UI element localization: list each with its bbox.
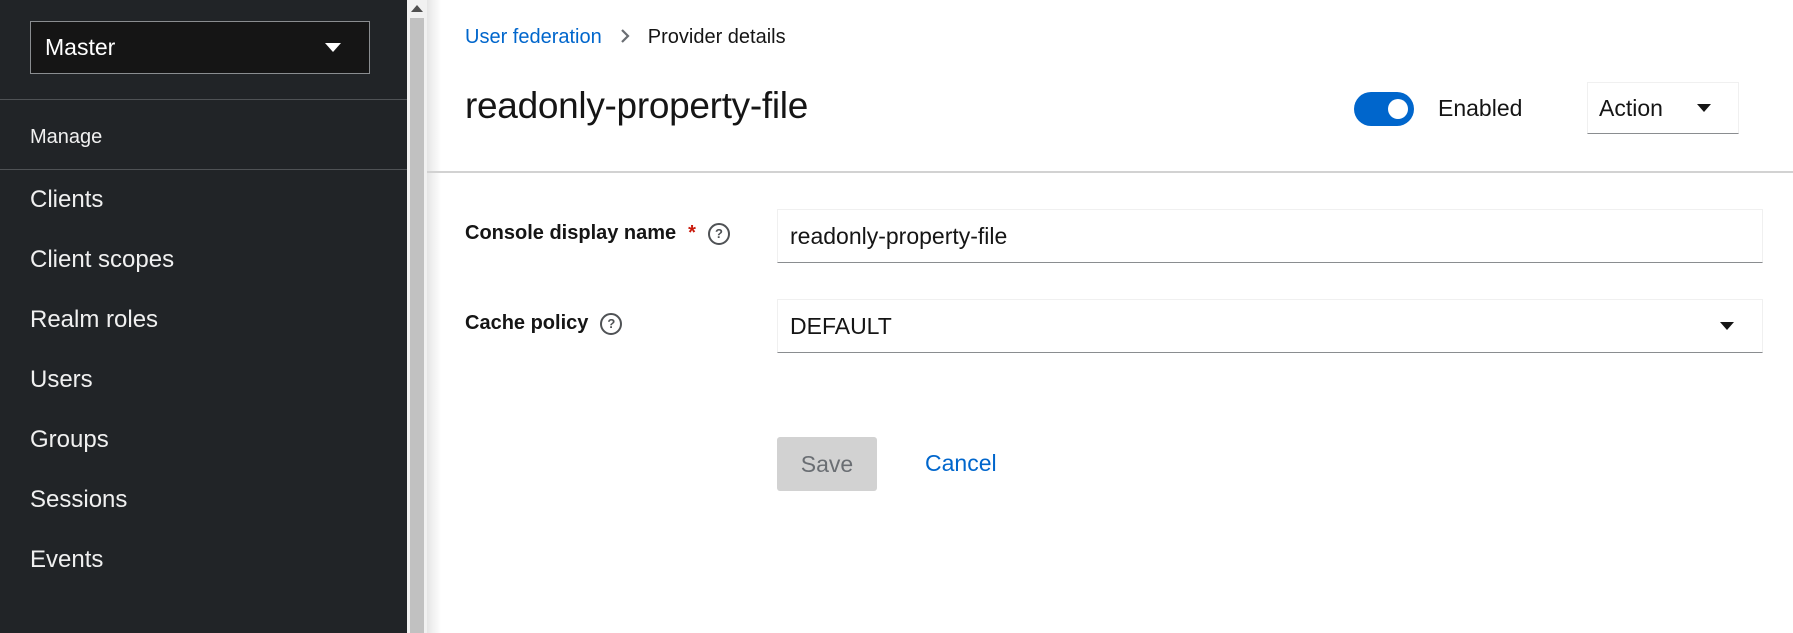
- page-title: readonly-property-file: [465, 85, 809, 126]
- caret-down-icon: [325, 43, 341, 52]
- sidebar-item-users[interactable]: Users: [0, 350, 407, 410]
- cache-policy-label: Cache policy: [465, 312, 589, 334]
- display-name-label-row: Console display name * ?: [465, 222, 730, 245]
- sidebar-item-label: Groups: [30, 426, 109, 453]
- sidebar-item-label: Users: [30, 366, 93, 393]
- sidebar-item-realm-roles[interactable]: Realm roles: [0, 290, 407, 350]
- save-button[interactable]: Save: [777, 437, 877, 491]
- sidebar-item-clients[interactable]: Clients: [0, 170, 407, 230]
- sidebar-divider: [0, 99, 407, 100]
- help-icon[interactable]: ?: [707, 222, 730, 245]
- realm-selector[interactable]: Master: [30, 21, 370, 74]
- display-name-label: Console display name: [465, 222, 677, 244]
- cancel-button[interactable]: Cancel: [925, 450, 997, 477]
- sidebar-scrollbar[interactable]: [407, 0, 427, 633]
- required-marker: *: [688, 222, 696, 244]
- chevron-right-icon: [620, 27, 630, 48]
- sidebar-item-label: Client scopes: [30, 246, 175, 273]
- sidebar: Master Manage Clients Client scopes Real…: [0, 0, 407, 633]
- sidebar-shadow: [427, 0, 441, 633]
- scrollbar-thumb[interactable]: [410, 18, 424, 633]
- enabled-toggle-label: Enabled: [1438, 95, 1523, 121]
- scroll-up-arrow-icon[interactable]: [411, 5, 423, 12]
- sidebar-item-events[interactable]: Events: [0, 530, 407, 590]
- sidebar-item-groups[interactable]: Groups: [0, 410, 407, 470]
- sidebar-item-label: Clients: [30, 186, 104, 213]
- sidebar-item-label: Events: [30, 546, 104, 573]
- cache-policy-label-row: Cache policy ?: [465, 312, 623, 335]
- header-divider: [427, 171, 1793, 173]
- action-dropdown-label: Action: [1599, 94, 1663, 121]
- breadcrumb-current: Provider details: [647, 26, 786, 48]
- toggle-knob: [1388, 99, 1408, 119]
- sidebar-item-client-scopes[interactable]: Client scopes: [0, 230, 407, 290]
- nav-section-title: Manage: [30, 126, 103, 148]
- enabled-toggle[interactable]: [1354, 92, 1414, 126]
- breadcrumb: User federation Provider details: [465, 26, 786, 49]
- caret-down-icon: [1697, 104, 1711, 112]
- help-icon[interactable]: ?: [600, 312, 623, 335]
- action-dropdown[interactable]: Action: [1587, 82, 1739, 134]
- sidebar-item-label: Sessions: [30, 486, 128, 513]
- cache-policy-select[interactable]: DEFAULT: [777, 299, 1763, 353]
- breadcrumb-link-user-federation[interactable]: User federation: [465, 26, 602, 49]
- realm-selector-value: Master: [45, 34, 116, 60]
- cache-policy-value: DEFAULT: [790, 312, 892, 339]
- caret-down-icon: [1720, 322, 1734, 330]
- display-name-input[interactable]: [777, 209, 1763, 263]
- sidebar-item-label: Realm roles: [30, 306, 159, 333]
- nav-list: Clients Client scopes Realm roles Users …: [0, 170, 407, 590]
- sidebar-item-sessions[interactable]: Sessions: [0, 470, 407, 530]
